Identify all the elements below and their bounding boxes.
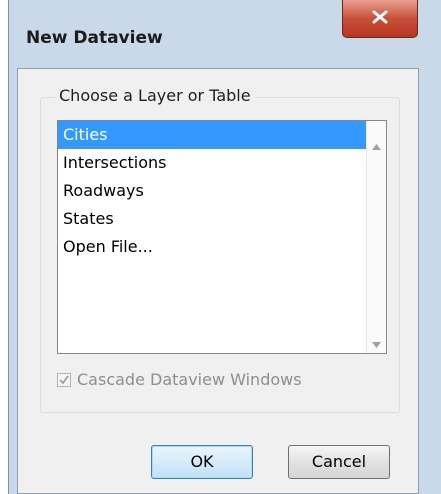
close-button[interactable] — [342, 0, 418, 38]
list-item[interactable]: Intersections — [58, 149, 368, 177]
layer-listbox[interactable]: Cities Intersections Roadways States Open Fi… — [57, 120, 387, 354]
list-items: Cities Intersections Roadways States Open Fi… — [58, 121, 368, 353]
scroll-up-arrow-icon[interactable] — [372, 135, 381, 154]
vertical-scrollbar[interactable] — [366, 121, 386, 353]
checkmark-icon — [59, 375, 69, 385]
title-bar[interactable]: New Dataview — [9, 0, 441, 68]
cancel-button[interactable]: Cancel — [288, 445, 390, 479]
ok-button[interactable]: OK — [151, 445, 253, 479]
group-legend: Choose a Layer or Table — [55, 86, 255, 105]
scroll-down-arrow-icon[interactable] — [372, 333, 381, 352]
dialog-title: New Dataview — [26, 28, 163, 48]
list-item[interactable]: States — [58, 205, 368, 233]
list-item[interactable]: Roadways — [58, 177, 368, 205]
list-item[interactable]: Open File... — [58, 233, 368, 261]
layer-groupbox: Choose a Layer or Table Cities Intersecti… — [40, 86, 400, 413]
cascade-checkbox[interactable] — [57, 373, 71, 387]
dialog-body: Choose a Layer or Table Cities Intersecti… — [17, 68, 419, 494]
dialog-window: New Dataview Choose a Layer or Table Cit… — [8, 0, 441, 494]
cascade-checkbox-label: Cascade Dataview Windows — [77, 370, 302, 389]
list-item[interactable]: Cities — [58, 121, 368, 149]
